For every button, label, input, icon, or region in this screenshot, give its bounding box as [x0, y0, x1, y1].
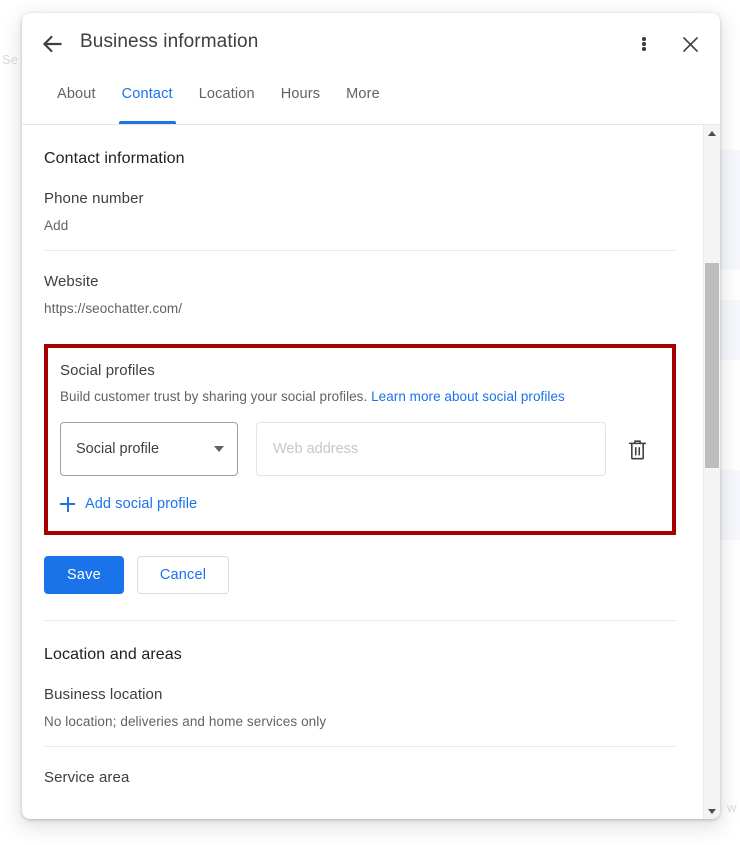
- more-vert-icon[interactable]: [630, 30, 658, 58]
- add-social-profile-button[interactable]: Add social profile: [60, 496, 197, 512]
- background-text: w: [727, 800, 737, 815]
- scrollbar-thumb[interactable]: [705, 263, 719, 468]
- website-label: Website: [44, 273, 99, 290]
- website-field[interactable]: Website https://seochatter.com/: [44, 251, 676, 333]
- phone-number-label: Phone number: [44, 190, 144, 207]
- cancel-button[interactable]: Cancel: [136, 555, 230, 594]
- social-profile-type-value: Social profile: [76, 441, 160, 457]
- business-information-dialog: Business information About Contact Locat…: [22, 13, 720, 819]
- dialog-header: Business information: [22, 13, 720, 75]
- social-profiles-description: Build customer trust by sharing your soc…: [60, 389, 658, 404]
- chevron-down-icon: [214, 446, 224, 452]
- tab-bar: About Contact Location Hours More: [22, 75, 720, 125]
- contact-section-title: Contact information: [44, 150, 185, 167]
- page-title: Business information: [80, 31, 259, 52]
- phone-number-field[interactable]: Phone number Add: [44, 168, 676, 251]
- social-profiles-title: Social profiles: [60, 362, 155, 379]
- plus-icon: [60, 496, 75, 512]
- background-text: Se: [2, 52, 18, 67]
- business-location-label: Business location: [44, 685, 163, 703]
- tab-location[interactable]: Location: [186, 75, 268, 124]
- scroll-up-icon[interactable]: [704, 125, 720, 141]
- social-profiles-highlight: Social profiles Build customer trust by …: [44, 344, 676, 535]
- dialog-scroll-area: Contact information Phone number Add Web…: [22, 125, 720, 819]
- business-location-field[interactable]: Business location No location; deliverie…: [44, 664, 676, 747]
- tab-hours[interactable]: Hours: [268, 75, 333, 124]
- business-location-value: No location; deliveries and home service…: [44, 713, 327, 729]
- save-button[interactable]: Save: [44, 555, 124, 594]
- header-actions: [630, 30, 704, 58]
- service-area-label: Service area: [44, 768, 130, 786]
- web-address-input[interactable]: [256, 422, 606, 476]
- phone-number-value: Add: [44, 218, 69, 233]
- vertical-scrollbar[interactable]: [703, 125, 720, 819]
- social-profiles-description-text: Build customer trust by sharing your soc…: [60, 389, 368, 404]
- tab-more[interactable]: More: [333, 75, 393, 124]
- service-area-field[interactable]: Service area: [44, 747, 676, 814]
- scroll-down-icon[interactable]: [704, 803, 720, 819]
- tab-contact[interactable]: Contact: [109, 75, 186, 124]
- learn-more-link[interactable]: Learn more about social profiles: [371, 389, 565, 404]
- arrow-back-icon[interactable]: [39, 31, 65, 57]
- social-profile-type-select[interactable]: Social profile: [60, 422, 238, 476]
- trash-icon[interactable]: [616, 422, 658, 476]
- social-profile-row: Social profile: [60, 422, 658, 476]
- website-value: https://seochatter.com/: [44, 301, 183, 316]
- location-section-title: Location and areas: [44, 645, 182, 663]
- add-social-profile-label: Add social profile: [85, 496, 198, 512]
- tab-about[interactable]: About: [44, 75, 109, 124]
- contact-content: Contact information Phone number Add Web…: [22, 125, 698, 814]
- form-actions: Save Cancel: [44, 555, 676, 621]
- close-icon[interactable]: [676, 30, 704, 58]
